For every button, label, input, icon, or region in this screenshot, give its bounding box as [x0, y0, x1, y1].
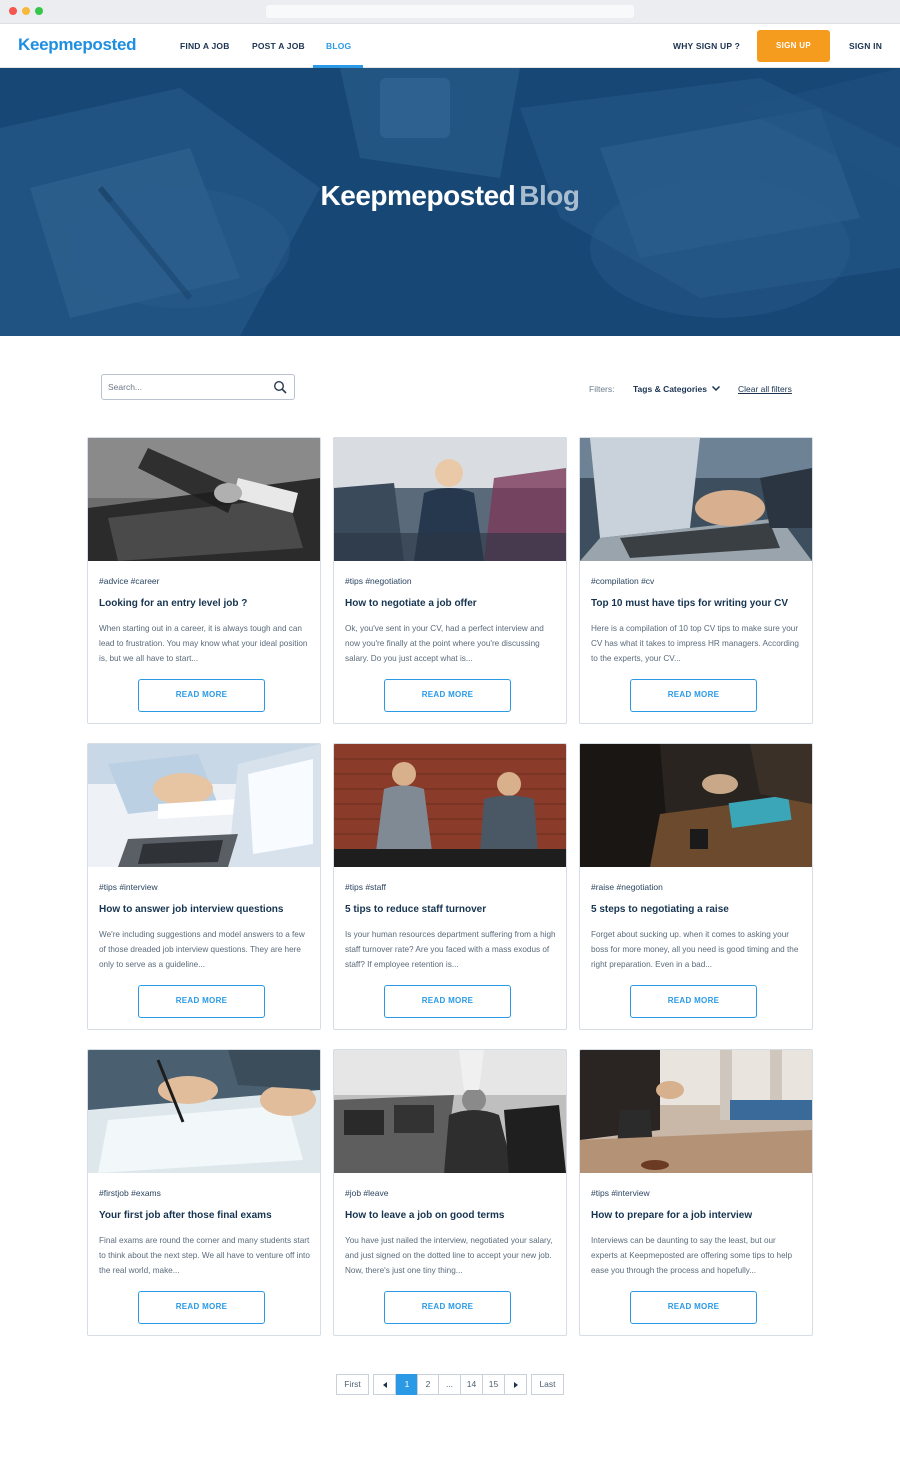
hero-title-brand: Keepmeposted: [320, 180, 516, 211]
nav-blog[interactable]: BLOG: [326, 41, 351, 51]
blog-card-image[interactable]: [88, 1050, 320, 1173]
blog-card-tags[interactable]: #tips #interview: [99, 882, 158, 892]
read-more-button[interactable]: READ MORE: [138, 1291, 265, 1324]
blog-card-title[interactable]: Looking for an entry level job ?: [99, 598, 311, 609]
pagination-page[interactable]: 2: [417, 1374, 439, 1395]
blog-card-title[interactable]: 5 tips to reduce staff turnover: [345, 904, 557, 915]
blog-card-tags[interactable]: #tips #interview: [591, 1188, 650, 1198]
blog-card-excerpt: We're including suggestions and model an…: [99, 930, 305, 970]
blog-card-image[interactable]: [580, 744, 812, 867]
blog-card-excerpt: You have just nailed the interview, nego…: [345, 1236, 553, 1276]
top-navigation: Keepmeposted FIND A JOB POST A JOB BLOG …: [0, 24, 900, 68]
blog-card-excerpt: Ok, you've sent in your CV, had a perfec…: [345, 624, 544, 664]
blog-card-excerpt: Here is a compilation of 10 top CV tips …: [591, 624, 799, 664]
browser-chrome: [0, 0, 900, 24]
pagination-prev[interactable]: [373, 1374, 396, 1395]
blog-card: #job #leave How to leave a job on good t…: [333, 1049, 567, 1336]
search-box: [101, 374, 295, 400]
blog-card-image[interactable]: [580, 438, 812, 561]
read-more-button[interactable]: READ MORE: [630, 679, 757, 712]
pagination-next[interactable]: [504, 1374, 527, 1395]
blog-card-excerpt: Interviews can be daunting to say the le…: [591, 1236, 793, 1276]
read-more-button[interactable]: READ MORE: [138, 679, 265, 712]
blog-card-tags[interactable]: #job #leave: [345, 1188, 388, 1198]
pagination-last[interactable]: Last: [531, 1374, 564, 1395]
blog-card-excerpt: Final exams are round the corner and man…: [99, 1236, 310, 1276]
blog-card-title[interactable]: Top 10 must have tips for writing your C…: [591, 598, 803, 609]
blog-card-title[interactable]: How to leave a job on good terms: [345, 1210, 557, 1221]
sign-in-link[interactable]: SIGN IN: [849, 41, 882, 51]
blog-card-image[interactable]: [88, 438, 320, 561]
read-more-button[interactable]: READ MORE: [138, 985, 265, 1018]
pagination-ellipsis: ...: [438, 1374, 461, 1395]
caret-right-icon: [513, 1382, 518, 1388]
search-input[interactable]: [108, 379, 268, 395]
blog-card-tags[interactable]: #firstjob #exams: [99, 1188, 161, 1198]
blog-card-tags[interactable]: #compilation #cv: [591, 576, 654, 586]
sign-up-button[interactable]: SIGN UP: [757, 30, 830, 62]
blog-card: #tips #interview How to prepare for a jo…: [579, 1049, 813, 1336]
hero-title: Keepmeposted Blog: [0, 180, 900, 212]
blog-card-excerpt: Forget about sucking up. when it comes t…: [591, 930, 799, 970]
blog-card-excerpt: Is your human resources department suffe…: [345, 930, 556, 970]
blog-card-title[interactable]: Your first job after those final exams: [99, 1210, 311, 1221]
blog-card: #advice #career Looking for an entry lev…: [87, 437, 321, 724]
blog-card: #tips #staff 5 tips to reduce staff turn…: [333, 743, 567, 1030]
pagination-page[interactable]: 15: [482, 1374, 505, 1395]
caret-left-icon: [382, 1382, 387, 1388]
blog-card-image[interactable]: [334, 1050, 566, 1173]
minimize-window-dot[interactable]: [22, 7, 30, 15]
blog-card-title[interactable]: How to answer job interview questions: [99, 904, 311, 915]
blog-card-tags[interactable]: #raise #negotiation: [591, 882, 663, 892]
site-logo[interactable]: Keepmeposted: [18, 35, 137, 55]
address-bar[interactable]: [266, 5, 634, 18]
clear-all-filters-link[interactable]: Clear all filters: [738, 384, 792, 394]
read-more-button[interactable]: READ MORE: [384, 679, 511, 712]
read-more-button[interactable]: READ MORE: [384, 1291, 511, 1324]
close-window-dot[interactable]: [9, 7, 17, 15]
pagination-first[interactable]: First: [336, 1374, 369, 1395]
blog-card: #compilation #cv Top 10 must have tips f…: [579, 437, 813, 724]
read-more-button[interactable]: READ MORE: [630, 985, 757, 1018]
blog-card: #raise #negotiation 5 steps to negotiati…: [579, 743, 813, 1030]
blog-card-excerpt: When starting out in a career, it is alw…: [99, 624, 308, 664]
tags-categories-dropdown[interactable]: Tags & Categories: [633, 384, 707, 394]
blog-card-tags[interactable]: #tips #staff: [345, 882, 386, 892]
search-icon[interactable]: [273, 380, 287, 394]
blog-card-image[interactable]: [88, 744, 320, 867]
blog-card-tags[interactable]: #advice #career: [99, 576, 159, 586]
nav-post-a-job[interactable]: POST A JOB: [252, 41, 305, 51]
read-more-button[interactable]: READ MORE: [384, 985, 511, 1018]
blog-card-image[interactable]: [334, 438, 566, 561]
chevron-down-icon[interactable]: [711, 383, 721, 393]
blog-card: #firstjob #exams Your first job after th…: [87, 1049, 321, 1336]
hero-title-accent: Blog: [519, 180, 580, 211]
maximize-window-dot[interactable]: [35, 7, 43, 15]
nav-find-a-job[interactable]: FIND A JOB: [180, 41, 230, 51]
pagination-page[interactable]: 1: [396, 1374, 418, 1395]
filters-label: Filters:: [589, 384, 615, 394]
blog-card-title[interactable]: How to prepare for a job interview: [591, 1210, 803, 1221]
blog-card: #tips #interview How to answer job inter…: [87, 743, 321, 1030]
blog-card-tags[interactable]: #tips #negotiation: [345, 576, 412, 586]
pagination-page[interactable]: 14: [460, 1374, 483, 1395]
blog-card-image[interactable]: [334, 744, 566, 867]
blog-card-title[interactable]: How to negotiate a job offer: [345, 598, 557, 609]
blog-card-image[interactable]: [580, 1050, 812, 1173]
nav-why-sign-up[interactable]: WHY SIGN UP ?: [673, 41, 740, 51]
read-more-button[interactable]: READ MORE: [630, 1291, 757, 1324]
blog-card-title[interactable]: 5 steps to negotiating a raise: [591, 904, 803, 915]
blog-card: #tips #negotiation How to negotiate a jo…: [333, 437, 567, 724]
blog-hero-banner: Keepmeposted Blog: [0, 68, 900, 336]
